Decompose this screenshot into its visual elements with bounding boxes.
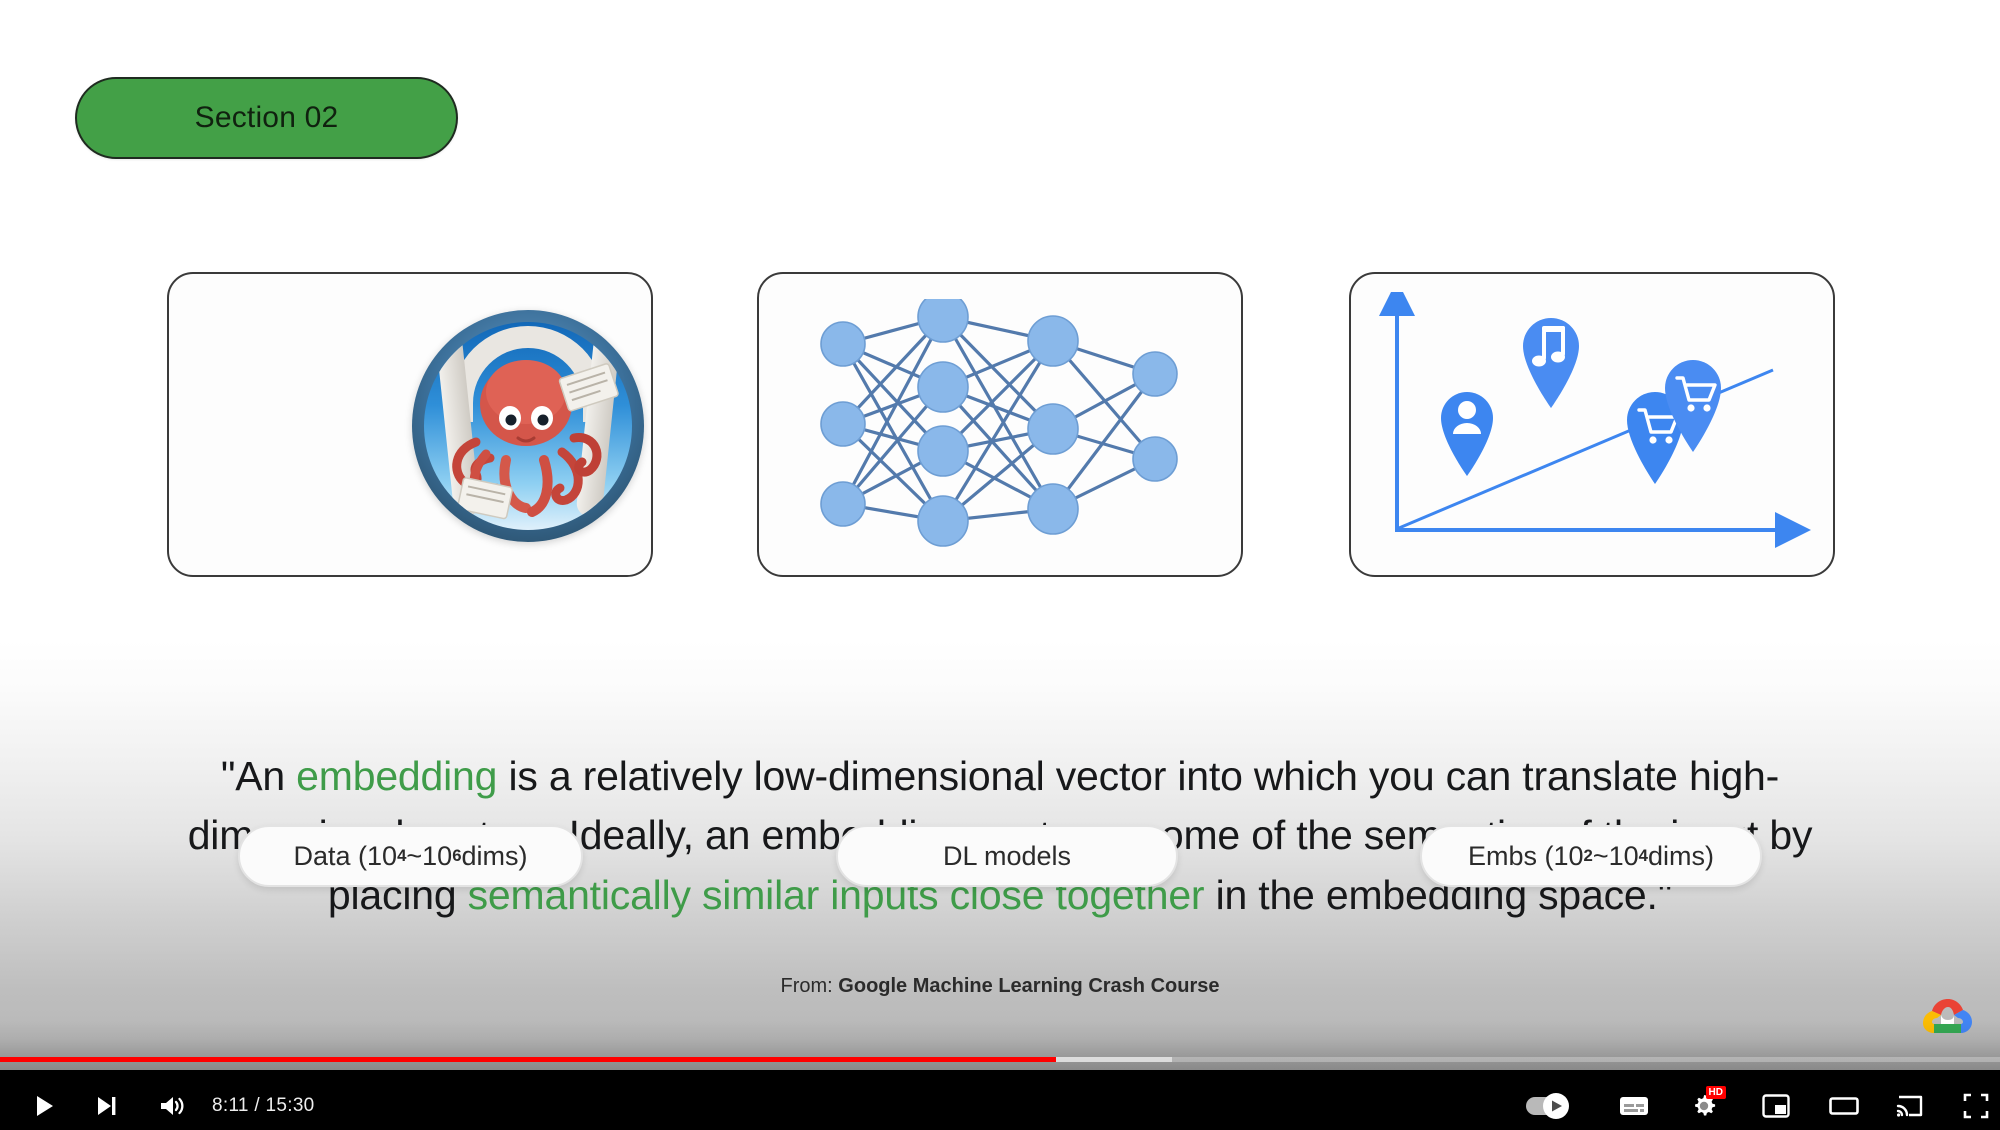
card-label-emb-suffix: dims) xyxy=(1647,840,1714,871)
card-label-data: Data (10 4 ~10 6 dims) xyxy=(238,825,583,887)
miniplayer-button[interactable] xyxy=(1752,1082,1800,1130)
volume-button[interactable] xyxy=(148,1082,196,1130)
card-label-emb-text: Embs (10 xyxy=(1468,840,1584,871)
card-model-art xyxy=(759,274,1241,575)
card-label-dl-models: DL models xyxy=(836,825,1178,887)
octopus-illustration xyxy=(412,310,644,542)
section-badge: Section 02 xyxy=(75,77,458,159)
progress-played xyxy=(0,1057,1056,1062)
card-emb-art xyxy=(1351,274,1833,575)
pin-music xyxy=(1523,318,1579,408)
autoplay-toggle[interactable] xyxy=(1520,1082,1582,1130)
attribution: From: Google Machine Learning Crash Cour… xyxy=(0,975,2000,998)
control-bar: 8:11 / 15:30 HD xyxy=(0,1082,2000,1130)
card-label-emb-mid: ~10 xyxy=(1592,840,1639,871)
quality-badge: HD xyxy=(1705,1086,1726,1099)
embedding-scatter-plot xyxy=(1375,280,1815,557)
quote-part-1: "An xyxy=(220,753,297,799)
pin-person xyxy=(1441,392,1493,476)
cast-button[interactable] xyxy=(1886,1082,1934,1130)
video-player-stage: Section 02 Data (10 4 ~10 6 dims) DL mod… xyxy=(0,0,2000,1130)
subtitles-button[interactable] xyxy=(1610,1082,1658,1130)
attribution-source: Google Machine Learning Crash Course xyxy=(838,975,1220,997)
theater-mode-button[interactable] xyxy=(1820,1082,1868,1130)
card-label-data-text: Data (10 xyxy=(293,840,398,871)
card-data xyxy=(167,272,653,577)
slide-canvas: Section 02 Data (10 4 ~10 6 dims) DL mod… xyxy=(0,0,2000,1070)
fullscreen-button[interactable] xyxy=(1952,1082,2000,1130)
card-label-embeddings: Embs (10 2 ~10 4 dims) xyxy=(1420,825,1762,887)
play-button[interactable] xyxy=(20,1082,68,1130)
neural-network-diagram xyxy=(803,291,1201,549)
octopus-sea-background xyxy=(424,322,632,530)
concept-cards-row: Data (10 4 ~10 6 dims) DL models Embs (10 2 ~… xyxy=(0,272,2000,887)
card-label-model-text: DL models xyxy=(942,840,1072,871)
card-label-data-suffix: dims) xyxy=(461,840,528,871)
settings-button[interactable]: HD xyxy=(1680,1082,1728,1130)
time-display: 8:11 / 15:30 xyxy=(212,1095,315,1116)
card-data-art xyxy=(169,274,651,575)
card-embeddings xyxy=(1349,272,1835,577)
card-dl-models xyxy=(757,272,1243,577)
progress-bar[interactable] xyxy=(0,1057,2000,1062)
next-button[interactable] xyxy=(82,1082,130,1130)
attribution-from-label: From: xyxy=(780,975,833,997)
quote-highlight-embedding: embedding xyxy=(296,753,498,799)
card-label-data-mid: ~10 xyxy=(406,840,453,871)
youtube-player-controls: 8:11 / 15:30 HD xyxy=(0,1020,2000,1130)
